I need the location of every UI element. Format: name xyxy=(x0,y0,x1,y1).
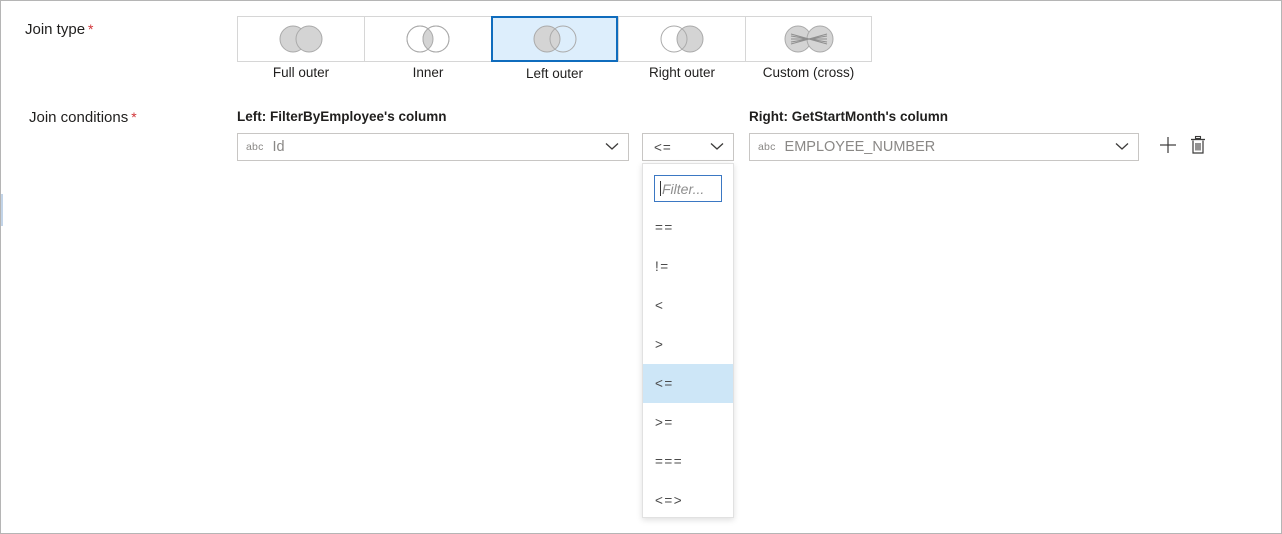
operator-option[interactable]: > xyxy=(643,325,733,364)
join-type-label-text: Join type xyxy=(25,21,86,38)
right-column-header: Right: GetStartMonth's column xyxy=(749,109,948,124)
venn-left-outer-icon xyxy=(524,24,586,54)
trash-icon xyxy=(1189,135,1207,160)
left-column-header: Left: FilterByEmployee's column xyxy=(237,109,447,124)
operator-option[interactable]: != xyxy=(643,247,733,286)
operator-dropdown-panel: Filter... == != < > <= >= === <=> xyxy=(642,163,734,518)
join-type-option-custom-cross[interactable]: Custom (cross) xyxy=(745,16,872,80)
add-condition-button[interactable] xyxy=(1155,134,1181,160)
operator-filter-placeholder: Filter... xyxy=(662,180,705,197)
join-type-option-label: Inner xyxy=(412,65,444,80)
operator-value: <= xyxy=(654,139,672,155)
join-type-option-right-outer[interactable]: Right outer xyxy=(618,16,745,80)
operator-option[interactable]: < xyxy=(643,286,733,325)
left-column-combobox[interactable]: abc Id xyxy=(237,133,629,161)
operator-combobox[interactable]: <= xyxy=(642,133,734,161)
right-column-value: EMPLOYEE_NUMBER xyxy=(784,139,936,155)
delete-condition-button[interactable] xyxy=(1185,134,1211,160)
chevron-down-icon xyxy=(605,138,619,156)
text-type-badge-icon: abc xyxy=(246,141,264,153)
venn-right-outer-icon xyxy=(651,24,713,54)
join-type-option-label: Right outer xyxy=(648,65,716,80)
join-conditions-label: Join conditions * xyxy=(29,109,137,126)
operator-option[interactable]: <=> xyxy=(643,481,733,520)
join-type-picker: Full outer Inner Left outer Right outer … xyxy=(237,16,872,81)
chevron-down-icon xyxy=(1115,138,1129,156)
required-asterisk: * xyxy=(131,109,137,125)
operator-option[interactable]: >= xyxy=(643,403,733,442)
venn-inner-icon xyxy=(397,24,459,54)
operator-option[interactable]: === xyxy=(643,442,733,481)
join-type-option-inner[interactable]: Inner xyxy=(364,16,491,80)
operator-option-selected[interactable]: <= xyxy=(643,364,733,403)
join-type-option-full-outer[interactable]: Full outer xyxy=(237,16,364,80)
left-edge-accent xyxy=(1,194,3,226)
join-type-option-left-outer[interactable]: Left outer xyxy=(491,16,618,81)
join-configuration-panel: Join type * Full outer Inner Left outer … xyxy=(0,0,1282,534)
plus-icon xyxy=(1158,135,1178,160)
venn-full-outer-icon xyxy=(270,24,332,54)
left-column-value: Id xyxy=(272,139,285,155)
operator-option-list: == != < > <= >= === <=> xyxy=(643,208,733,520)
right-column-combobox[interactable]: abc EMPLOYEE_NUMBER xyxy=(749,133,1139,161)
join-type-option-label: Custom (cross) xyxy=(762,65,855,80)
venn-custom-cross-icon xyxy=(778,24,840,54)
operator-filter-input[interactable]: Filter... xyxy=(654,175,722,202)
join-conditions-label-text: Join conditions xyxy=(29,109,129,126)
join-type-option-label: Full outer xyxy=(272,65,330,80)
chevron-down-icon xyxy=(710,138,724,156)
required-asterisk: * xyxy=(88,21,94,37)
operator-option[interactable]: == xyxy=(643,208,733,247)
text-cursor xyxy=(660,181,661,196)
join-type-option-label: Left outer xyxy=(525,66,584,81)
join-type-label: Join type * xyxy=(25,21,94,38)
text-type-badge-icon: abc xyxy=(758,141,776,153)
